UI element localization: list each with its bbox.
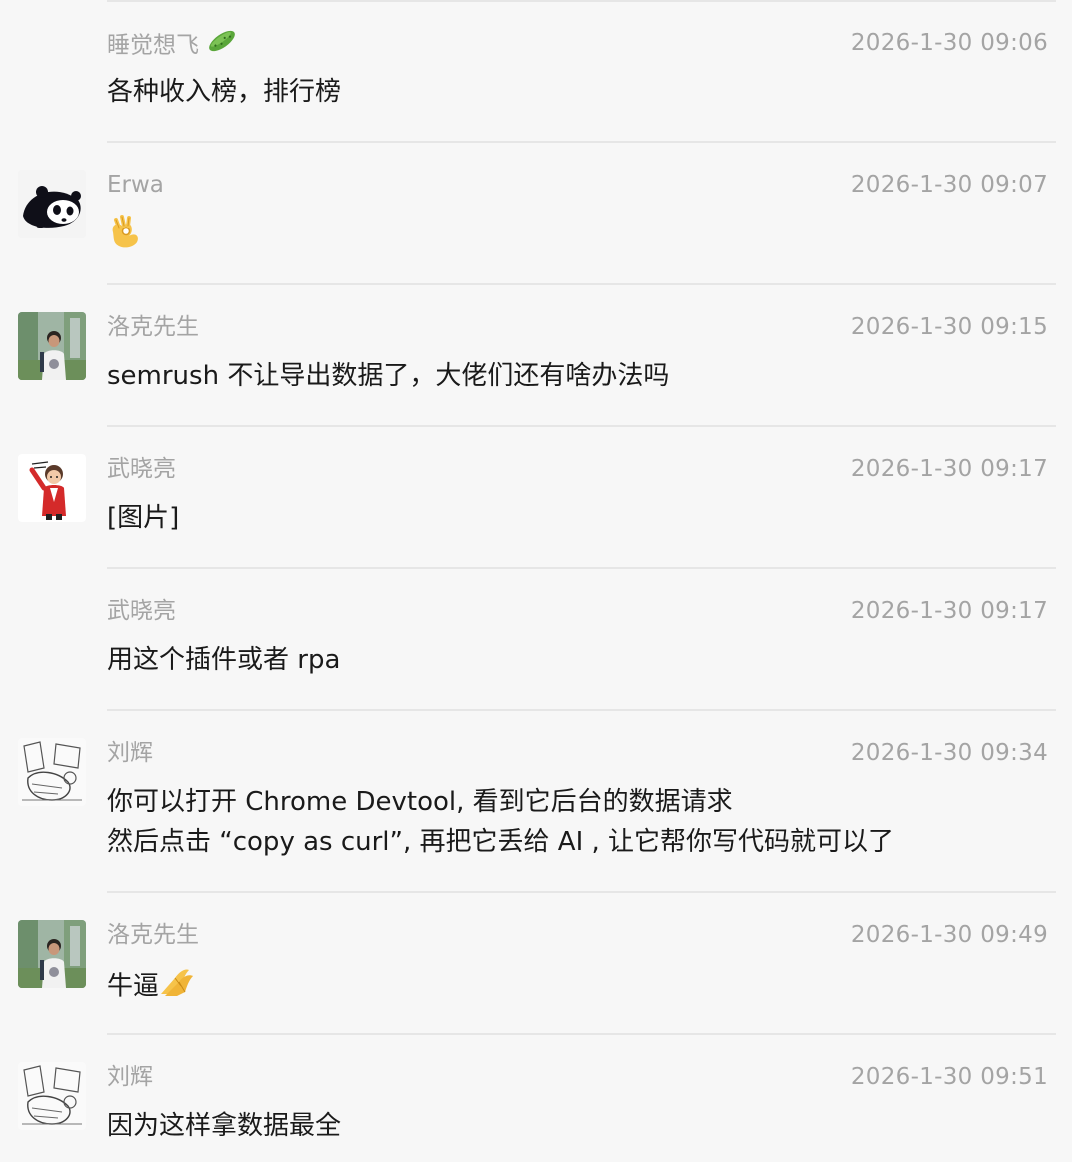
message-timestamp: 2026-1-30 09:51: [850, 1064, 1048, 1090]
photo-avatar[interactable]: [18, 312, 86, 380]
message-text: 你可以打开 Chrome Devtool, 看到它后台的数据请求 然后点击 “c…: [107, 782, 894, 862]
chat-message: 睡觉想飞 2026-1-30 09:06 各种收入榜，排行榜: [0, 0, 1072, 143]
message-timestamp: 2026-1-30 09:17: [850, 456, 1048, 482]
message-text: 因为这样拿数据最全: [107, 1106, 341, 1146]
chat-message: 刘辉 2026-1-30 09:34 你可以打开 Chrome Devtool,…: [0, 710, 1072, 893]
sender-name[interactable]: 武晓亮: [107, 452, 176, 486]
sender-name[interactable]: 武晓亮: [107, 594, 176, 628]
sender-name[interactable]: 睡觉想飞: [107, 26, 238, 66]
message-line: 因为这样拿数据最全: [107, 1111, 342, 1141]
chat-message: 刘辉 2026-1-30 09:51 因为这样拿数据最全: [0, 1034, 1072, 1162]
sketch-avatar[interactable]: [18, 738, 86, 806]
message-timestamp: 2026-1-30 09:06: [850, 30, 1048, 56]
sender-name[interactable]: 刘辉: [107, 1060, 153, 1094]
message-text: 牛逼: [107, 964, 195, 1010]
message-line: 你可以打开 Chrome Devtool, 看到它后台的数据请求: [107, 787, 733, 817]
sender-name[interactable]: Erwa: [107, 168, 164, 202]
chat-message: Erwa 2026-1-30 09:07: [0, 142, 1072, 285]
sender-name[interactable]: 刘辉: [107, 736, 153, 770]
message-timestamp: 2026-1-30 09:34: [850, 740, 1048, 766]
message-text: 各种收入榜，排行榜: [107, 72, 341, 112]
message-text: semrush 不让导出数据了，大佬们还有啥办法吗: [107, 356, 669, 396]
message-line: 用这个插件或者 rpa: [107, 645, 341, 675]
message-timestamp: 2026-1-30 09:15: [850, 314, 1048, 340]
sender-name[interactable]: 洛克先生: [107, 918, 199, 952]
sketch-avatar[interactable]: [18, 1062, 86, 1130]
ok-hand-emoji-icon: [107, 214, 141, 262]
message-line: 各种收入榜，排行榜: [107, 77, 342, 107]
sender-name[interactable]: 洛克先生: [107, 310, 199, 344]
chat-history: 睡觉想飞 2026-1-30 09:06 各种收入榜，排行榜 Erwa 2026…: [0, 0, 1072, 1162]
chat-message: 洛克先生 2026-1-30 09:15 semrush 不让导出数据了，大佬们…: [0, 284, 1072, 427]
sender-name-text: 睡觉想飞: [107, 32, 199, 59]
message-line: semrush 不让导出数据了，大佬们还有啥办法吗: [107, 361, 670, 391]
message-timestamp: 2026-1-30 09:49: [850, 922, 1048, 948]
chat-message: 洛克先生 2026-1-30 09:49 牛逼: [0, 892, 1072, 1035]
message-timestamp: 2026-1-30 09:17: [850, 598, 1048, 624]
image-placeholder[interactable]: [图片]: [107, 498, 179, 538]
chat-message: 武晓亮 2026-1-30 09:17 [图片]: [0, 426, 1072, 569]
message-text[interactable]: [图片]: [107, 498, 179, 538]
message-text: [107, 214, 141, 262]
message-line: 然后点击 “copy as curl”, 再把它丢给 AI , 让它帮你写代码就…: [107, 827, 895, 857]
photo-avatar[interactable]: [18, 920, 86, 988]
panda-avatar[interactable]: [18, 170, 86, 238]
cucumber-icon: [206, 26, 238, 66]
praying-hands-icon: [159, 964, 195, 1010]
chat-message: 武晓亮 2026-1-30 09:17 用这个插件或者 rpa: [0, 568, 1072, 711]
message-line: 牛逼: [107, 971, 160, 1002]
message-timestamp: 2026-1-30 09:07: [850, 172, 1048, 198]
message-text: 用这个插件或者 rpa: [107, 640, 340, 680]
cartoon-avatar[interactable]: [18, 454, 86, 522]
